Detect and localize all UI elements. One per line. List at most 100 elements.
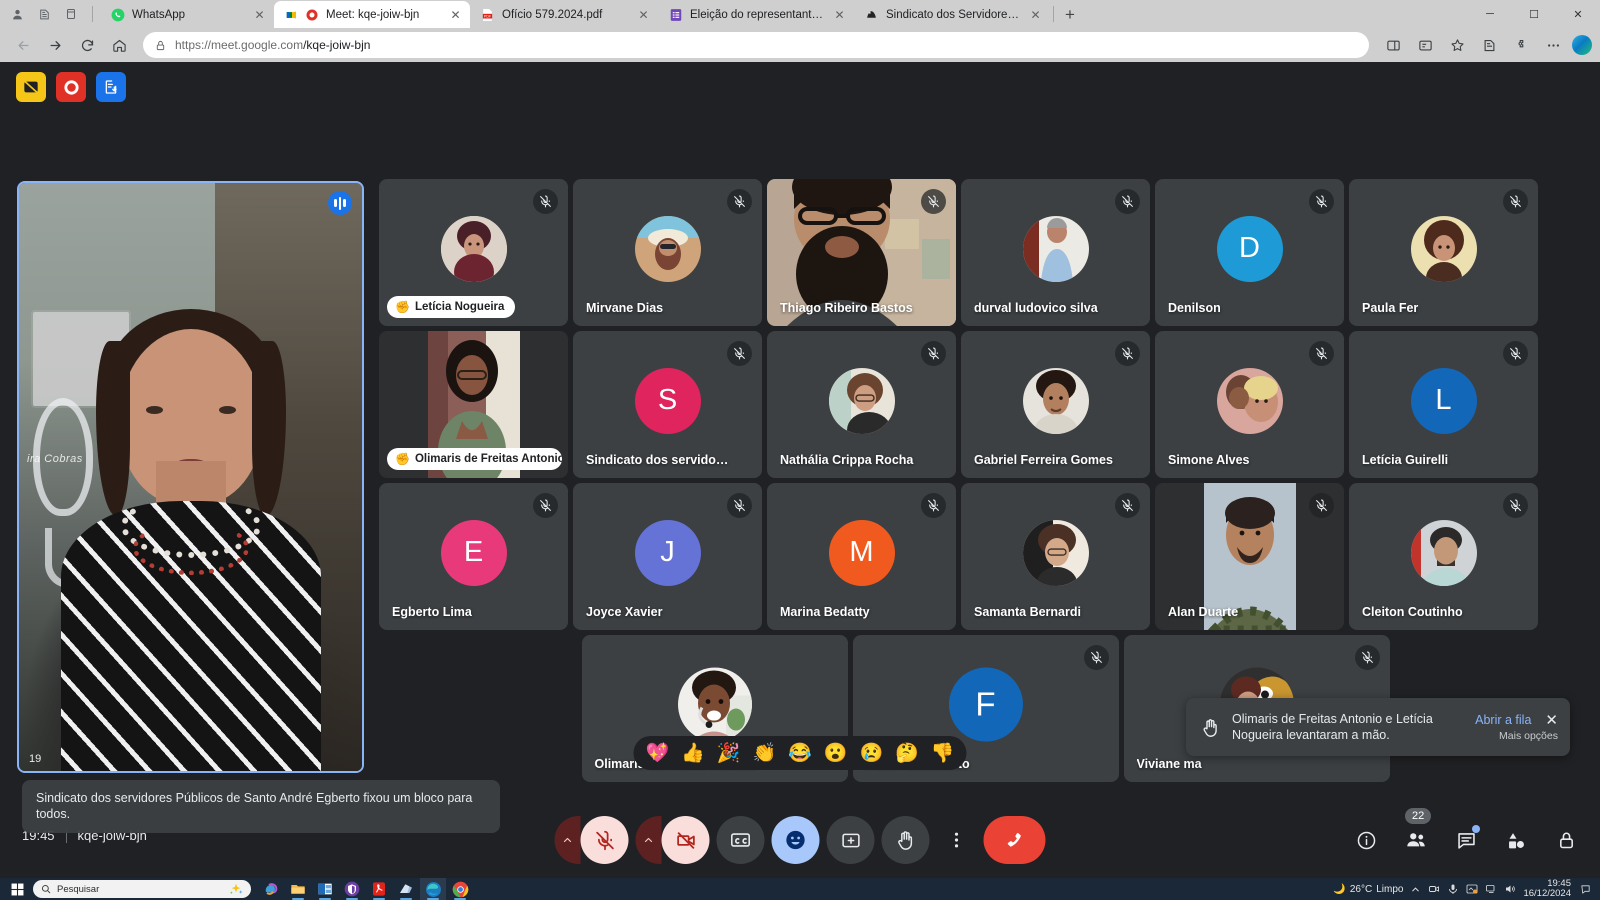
tab-close-icon[interactable]: ✕ [636,9,651,21]
reaction-sparkling-heart-icon[interactable]: 💖 [645,741,669,765]
reaction-party-popper-icon[interactable]: 🎉 [717,741,741,765]
back-icon[interactable] [8,31,38,59]
more-options-link[interactable]: Mais opções [1499,730,1558,742]
camera-options-chevron[interactable] [635,816,662,864]
reaction-joy-icon[interactable]: 😂 [788,741,812,765]
browser-tab-meet[interactable]: Meet: kqe-joiw-bjn ✕ [274,1,470,28]
tab-close-icon[interactable]: ✕ [252,9,267,21]
participant-tile[interactable]: Thiago Ribeiro Bastos [767,179,956,326]
browser-tab-forms[interactable]: Eleição do representante da Com ✕ [658,1,854,28]
open-queue-button[interactable]: Abrir a fila [1475,713,1531,727]
reaction-crying-icon[interactable]: 😢 [860,741,884,765]
close-window-button[interactable]: ✕ [1556,0,1600,28]
weather-widget[interactable]: 🌙 26°C Limpo [1333,884,1403,895]
microphone-tray-icon[interactable] [1447,883,1459,895]
participant-tile[interactable]: L Letícia Guirelli [1349,331,1538,478]
participant-tile[interactable]: Paula Fer [1349,179,1538,326]
end-call-button[interactable] [983,816,1046,864]
host-controls-button[interactable] [1554,828,1578,852]
participant-tile[interactable]: E Egberto Lima [379,483,568,630]
onedrive-icon[interactable] [393,878,419,900]
more-options-button[interactable] [937,816,977,864]
extensions-icon[interactable] [1506,31,1536,59]
collections-icon[interactable] [35,5,53,23]
export-attendance-button[interactable] [96,72,126,102]
participant-tile[interactable]: S Sindicato dos servidores Pú... [573,331,762,478]
activities-button[interactable] [1504,828,1528,852]
reaction-thumbs-up-icon[interactable]: 👍 [681,741,705,765]
volume-tray-icon[interactable] [1504,883,1516,895]
avatar-initial: F [948,667,1023,742]
participant-tile[interactable]: Simone Alves [1155,331,1344,478]
mic-off-icon [1309,189,1334,214]
raise-hand-button[interactable] [881,816,930,864]
microphone-off-button[interactable] [580,816,629,864]
profile-icon[interactable] [8,5,26,23]
self-video-tile[interactable]: ira Cobras 19 [17,181,364,773]
participant-tile[interactable]: Alan Duarte [1155,483,1344,630]
read-aloud-icon[interactable] [1410,31,1440,59]
notifications-button[interactable] [1578,884,1592,895]
file-explorer-icon[interactable] [285,878,311,900]
taskbar-clock[interactable]: 19:45 16/12/2024 [1523,879,1571,899]
reaction-open-mouth-icon[interactable]: 😮 [824,741,848,765]
start-button[interactable] [4,878,30,900]
acrobat-reader-icon[interactable] [366,878,392,900]
captions-button[interactable] [716,816,765,864]
participant-tile[interactable]: D Denilson [1155,179,1344,326]
participant-tile[interactable]: Samanta Bernardi [961,483,1150,630]
browser-menu-icon[interactable] [1538,31,1568,59]
minimize-button[interactable]: ─ [1468,0,1512,28]
tab-close-icon[interactable]: ✕ [832,9,847,21]
camera-off-button[interactable] [661,816,710,864]
tab-close-icon[interactable]: ✕ [448,9,463,21]
reaction-thumbs-down-icon[interactable]: 👎 [931,741,955,765]
browser-tab-whatsapp[interactable]: WhatsApp ✕ [100,1,274,28]
collections-toolbar-icon[interactable] [1474,31,1504,59]
present-screen-button[interactable] [826,816,875,864]
show-hidden-icons-chevron[interactable] [1410,884,1421,895]
chat-button[interactable] [1454,825,1480,852]
home-icon[interactable] [104,31,134,59]
reaction-clapping-icon[interactable]: 👏 [752,741,776,765]
chrome-icon[interactable] [447,878,473,900]
participant-tile[interactable]: Nathália Crippa Rocha [767,331,956,478]
new-tab-button[interactable]: + [1057,2,1083,28]
participant-tile[interactable]: ✊ Letícia Nogueira [379,179,568,326]
participant-tile[interactable]: J Joyce Xavier [573,483,762,630]
bitwarden-icon[interactable] [339,878,365,900]
participant-tile[interactable]: Mirvane Dias [573,179,762,326]
record-button[interactable] [56,72,86,102]
favorite-star-icon[interactable] [1442,31,1472,59]
browser-tab-sindicato[interactable]: Sindicato dos Servidores Públicos ✕ [854,1,1050,28]
outlook-icon[interactable] [312,878,338,900]
network-tray-icon[interactable] [1485,883,1497,895]
reaction-thinking-icon[interactable]: 🤔 [895,741,919,765]
copilot-icon[interactable] [258,878,284,900]
participant-tile[interactable]: durval ludovico silva [961,179,1150,326]
tab-close-icon[interactable]: ✕ [1028,9,1043,21]
reactions-button[interactable] [771,816,820,864]
close-icon[interactable]: ✕ [1545,713,1558,728]
forward-icon[interactable] [40,31,70,59]
microsoft-edge-icon[interactable] [420,878,446,900]
address-bar[interactable]: https://meet.google.com/kqe-joiw-bjn [143,32,1369,58]
blur-background-off-button[interactable] [16,72,46,102]
participant-tile[interactable]: M Marina Bedatty [767,483,956,630]
mic-off-icon [921,493,946,518]
copilot-avatar-icon[interactable] [1572,35,1592,55]
maximize-button[interactable]: ☐ [1512,0,1556,28]
camera-tray-icon[interactable] [1428,883,1440,895]
participant-tile[interactable]: ✊ Olimaris de Freitas Antonio [379,331,568,478]
onedrive-tray-icon[interactable] [1466,883,1478,895]
meeting-details-button[interactable] [1354,828,1378,852]
participant-tile[interactable]: Gabriel Ferreira Gomes [961,331,1150,478]
people-button[interactable]: 22 [1404,808,1432,852]
reload-icon[interactable] [72,31,102,59]
participant-tile[interactable]: Cleiton Coutinho [1349,483,1538,630]
split-screen-icon[interactable] [1378,31,1408,59]
browser-tab-pdf[interactable]: PDF Ofício 579.2024.pdf ✕ [470,1,658,28]
tab-actions-icon[interactable] [62,5,80,23]
taskbar-search-box[interactable]: Pesquisar [33,880,251,898]
mic-options-chevron[interactable] [554,816,581,864]
